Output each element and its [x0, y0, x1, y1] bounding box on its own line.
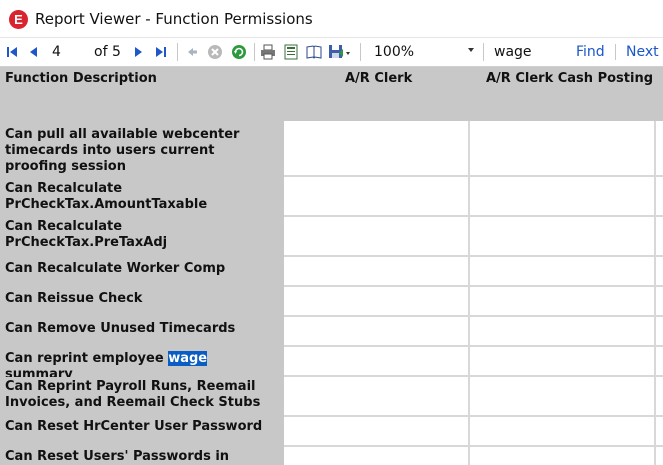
- column-header-next: [654, 67, 663, 121]
- permission-cell: [656, 317, 663, 347]
- function-description-cell: Can Recalculate Worker Comp: [0, 257, 284, 287]
- permission-cell: [284, 447, 470, 465]
- permission-cell: [284, 217, 470, 257]
- print-icon[interactable]: [260, 44, 276, 60]
- permission-cell: [656, 287, 663, 317]
- toolbar-separator: [360, 43, 361, 61]
- page-count-label: of 5: [94, 44, 121, 60]
- permission-cell: [656, 447, 663, 465]
- function-description-cell: Can Recalculate PrCheckTax.AmountTaxable: [0, 177, 284, 217]
- permission-cell: [470, 121, 656, 177]
- app-logo-icon: E: [9, 10, 28, 29]
- permission-cell: [284, 121, 470, 177]
- stop-icon[interactable]: [207, 44, 223, 60]
- toolbar-separator: [615, 44, 616, 60]
- page-setup-icon[interactable]: [306, 44, 322, 60]
- function-description-cell: Can Reissue Check: [0, 287, 284, 317]
- permission-cell: [284, 417, 470, 447]
- back-icon[interactable]: [184, 44, 200, 60]
- report-toolbar: of 5 100% Find Next: [0, 38, 663, 67]
- toolbar-separator: [254, 43, 255, 61]
- function-description-cell: Can reprint employee wage summary: [0, 347, 284, 382]
- permission-cell: [470, 317, 656, 347]
- page-number-input[interactable]: [49, 42, 89, 62]
- permission-cell: [656, 257, 663, 287]
- permission-cell: [470, 257, 656, 287]
- column-header-ar-clerk: A/R Clerk: [284, 67, 468, 121]
- permission-cell: [470, 287, 656, 317]
- refresh-icon[interactable]: [231, 44, 247, 60]
- permission-cell: [284, 177, 470, 217]
- permission-cell: [284, 317, 470, 347]
- search-highlight: wage: [168, 351, 208, 366]
- next-link[interactable]: Next: [626, 44, 659, 60]
- permission-cell: [656, 417, 663, 447]
- function-description-cell: Can pull all available webcenter timecar…: [0, 121, 284, 177]
- zoom-select[interactable]: 100%: [366, 42, 478, 62]
- permission-cell: [656, 177, 663, 217]
- report-area: Function Description A/R Clerk A/R Clerk…: [0, 67, 663, 465]
- function-description-cell: Can Reset HrCenter User Password: [0, 417, 284, 447]
- export-icon[interactable]: [328, 44, 352, 60]
- last-page-icon[interactable]: [153, 44, 169, 60]
- permission-cell: [284, 347, 470, 377]
- permission-cell: [284, 287, 470, 317]
- column-header-ar-clerk-cash-posting: A/R Clerk Cash Posting: [468, 67, 654, 121]
- permission-cell: [656, 377, 663, 417]
- first-page-icon[interactable]: [4, 44, 20, 60]
- permission-cell: [656, 347, 663, 377]
- search-input[interactable]: [490, 42, 570, 62]
- permission-cell: [470, 447, 656, 465]
- permission-cell: [284, 377, 470, 417]
- next-page-icon[interactable]: [130, 44, 146, 60]
- column-header-function: Function Description: [0, 67, 284, 121]
- toolbar-separator: [177, 43, 178, 61]
- permission-cell: [470, 177, 656, 217]
- chevron-down-icon: [468, 48, 474, 52]
- toolbar-separator: [483, 43, 484, 61]
- print-layout-icon[interactable]: [283, 44, 299, 60]
- permission-cell: [284, 257, 470, 287]
- function-description-cell: Can Reset Users' Passwords in Applicant: [0, 447, 284, 465]
- find-link[interactable]: Find: [576, 44, 605, 60]
- window-title: Report Viewer - Function Permissions: [35, 10, 313, 28]
- permission-cell: [470, 347, 656, 377]
- permission-cell: [470, 377, 656, 417]
- zoom-value: 100%: [374, 44, 415, 60]
- previous-page-icon[interactable]: [26, 44, 42, 60]
- function-description-cell: Can Recalculate PrCheckTax.PreTaxAdj: [0, 217, 284, 257]
- permission-cell: [656, 217, 663, 257]
- permission-cell: [470, 217, 656, 257]
- permission-cell: [656, 121, 663, 177]
- title-bar: E Report Viewer - Function Permissions: [0, 0, 663, 38]
- function-description-cell: Can Reprint Payroll Runs, Reemail Invoic…: [0, 377, 284, 417]
- permission-cell: [470, 417, 656, 447]
- function-description-cell: Can Remove Unused Timecards: [0, 317, 284, 347]
